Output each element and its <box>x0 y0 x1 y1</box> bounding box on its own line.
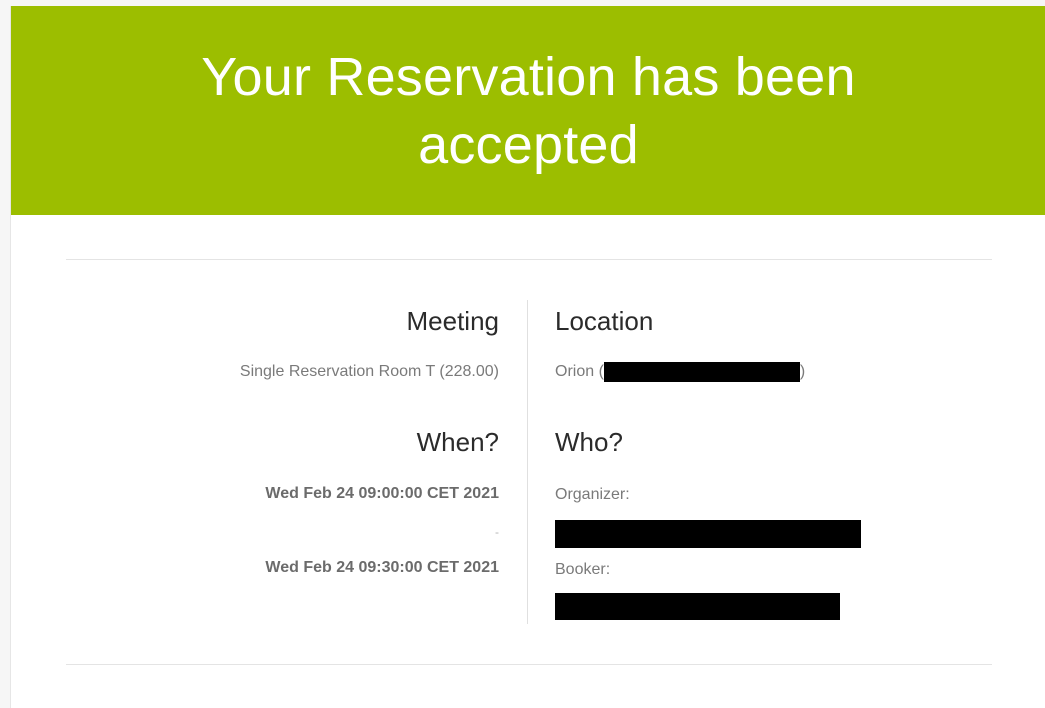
who-heading-block: Who? <box>555 427 995 457</box>
who-heading: Who? <box>555 427 623 457</box>
banner-title: Your Reservation has been accepted <box>201 46 856 175</box>
meeting-heading-block: Meeting <box>79 306 500 336</box>
location-suffix: ) <box>799 363 806 380</box>
location-heading: Location <box>555 306 654 336</box>
booker-label: Booker: <box>555 561 611 578</box>
when-start-block: Wed Feb 24 09:00:00 CET 2021 <box>79 484 499 504</box>
booker-redaction <box>555 593 840 620</box>
organizer-label-block: Organizer: <box>555 485 995 505</box>
location-redaction <box>603 362 800 382</box>
when-end-block: Wed Feb 24 09:30:00 CET 2021 <box>79 558 499 578</box>
location-value: Orion () <box>555 362 995 382</box>
when-heading-block: When? <box>79 427 499 457</box>
booker-redaction-block <box>555 593 995 620</box>
when-heading: When? <box>416 427 499 457</box>
organizer-redaction <box>555 520 861 548</box>
when-end-time: Wed Feb 24 09:30:00 CET 2021 <box>265 559 499 576</box>
confirmation-banner: Your Reservation has been accepted <box>11 6 1045 215</box>
meeting-value-block: Single Reservation Room T (228.00) <box>79 362 499 382</box>
column-divider <box>527 300 528 624</box>
when-separator: - <box>495 525 499 539</box>
meeting-room-name: Single Reservation Room T (228.00) <box>239 363 499 380</box>
organizer-label: Organizer: <box>555 486 630 503</box>
reservation-card: Your Reservation has been accepted Meeti… <box>10 6 1045 708</box>
location-prefix: Orion ( <box>555 363 604 380</box>
when-start-time: Wed Feb 24 09:00:00 CET 2021 <box>265 485 499 502</box>
location-value-block: Orion () <box>555 362 995 382</box>
booker-label-block: Booker: <box>555 560 995 580</box>
top-divider <box>66 259 992 260</box>
bottom-divider <box>66 664 992 665</box>
when-separator-block: - <box>79 525 499 539</box>
location-heading-block: Location <box>555 306 995 336</box>
meeting-heading: Meeting <box>406 306 500 336</box>
organizer-redaction-block <box>555 520 995 548</box>
